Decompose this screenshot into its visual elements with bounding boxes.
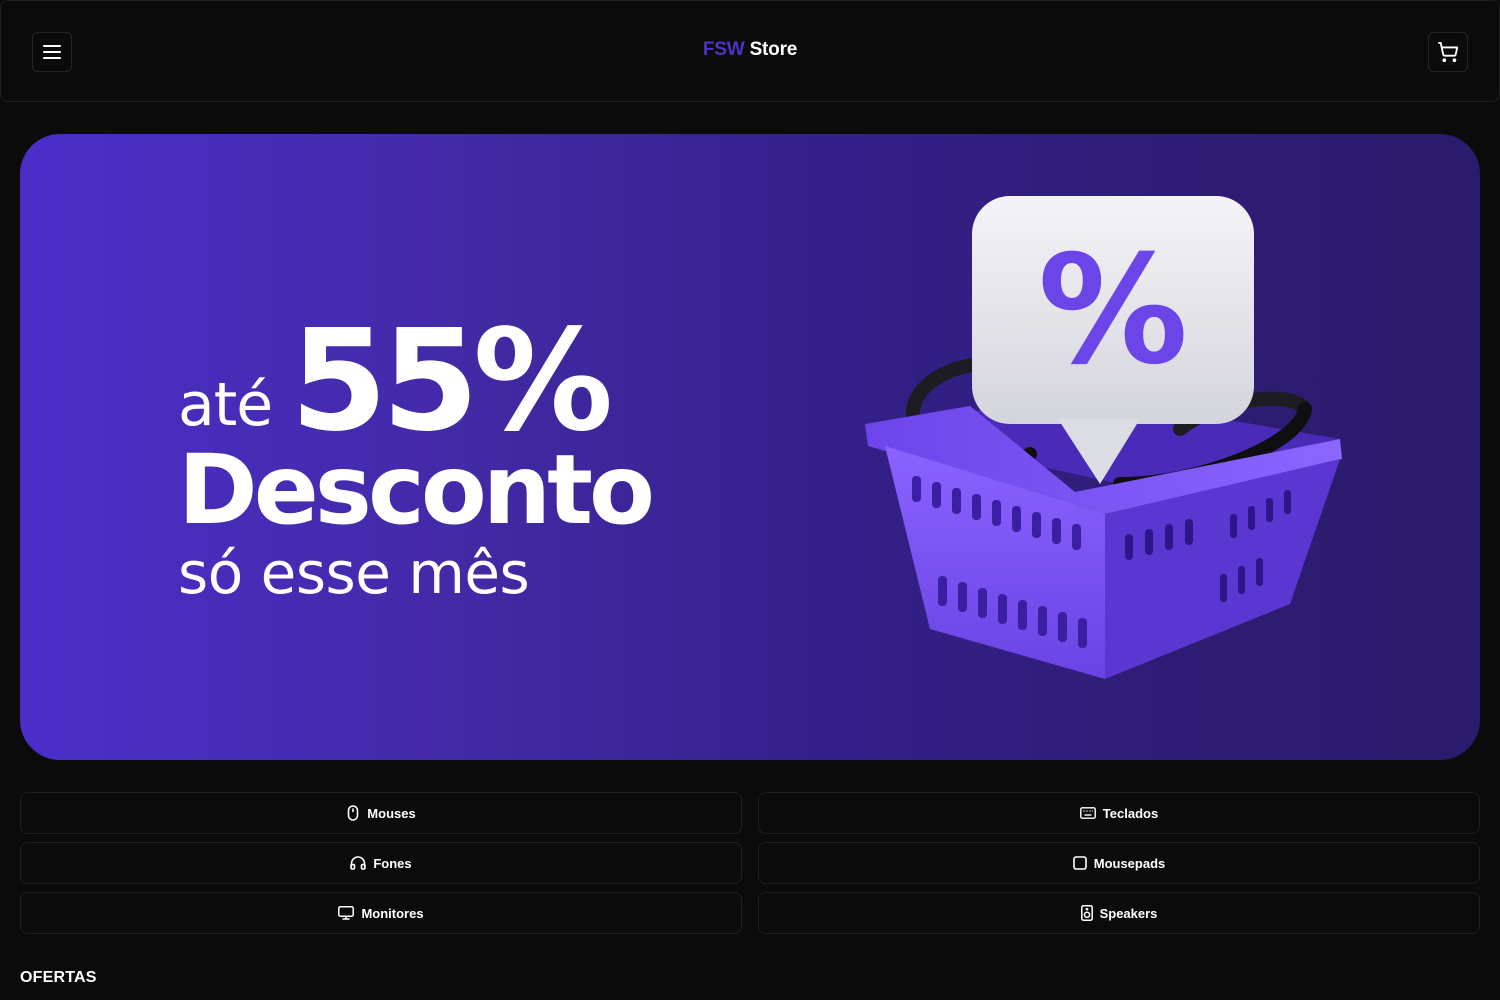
banner-headline: Desconto — [178, 434, 655, 546]
category-button-speakers[interactable]: Speakers — [758, 892, 1480, 934]
banner-prefix: até — [178, 370, 273, 440]
category-button-teclados[interactable]: Teclados — [758, 792, 1480, 834]
category-label: Fones — [373, 855, 412, 871]
category-button-mouses[interactable]: Mouses — [20, 792, 742, 834]
logo-store: Store — [744, 39, 798, 60]
category-label: Monitores — [361, 905, 424, 921]
banner-line-1: até 55% — [178, 312, 651, 452]
cart-button[interactable] — [1428, 32, 1468, 72]
category-grid: Mouses Teclados Fones Mousepads Monitore… — [20, 792, 1480, 934]
promo-banner[interactable]: até 55% Desconto só esse mês % — [20, 134, 1480, 760]
speaker-icon — [1080, 905, 1093, 921]
shopping-cart-icon — [1437, 41, 1459, 63]
keyboard-icon — [1079, 807, 1096, 819]
square-icon — [1072, 856, 1087, 870]
category-button-mousepads[interactable]: Mousepads — [758, 842, 1480, 884]
banner-subline: só esse mês — [178, 539, 530, 607]
banner-text: até 55% Desconto só esse mês — [178, 312, 655, 608]
category-label: Teclados — [1102, 805, 1159, 821]
banner-percent: 55% — [290, 300, 613, 463]
offers-section-title: OFERTAS — [20, 969, 97, 986]
category-button-fones[interactable]: Fones — [20, 842, 742, 884]
category-label: Speakers — [1099, 905, 1158, 921]
category-button-monitores[interactable]: Monitores — [20, 892, 742, 934]
top-header: FSW Store — [0, 0, 1500, 102]
discount-basket-illustration: % — [865, 196, 1342, 679]
headphones-icon — [350, 856, 367, 870]
category-label: Mousepads — [1093, 855, 1166, 871]
monitor-icon — [338, 906, 355, 920]
category-label: Mouses — [367, 805, 416, 821]
badge-percent-symbol: % — [1038, 224, 1188, 398]
store-logo[interactable]: FSW Store — [1, 39, 1499, 61]
mouse-icon — [347, 805, 359, 821]
logo-brand: FSW — [702, 39, 745, 60]
